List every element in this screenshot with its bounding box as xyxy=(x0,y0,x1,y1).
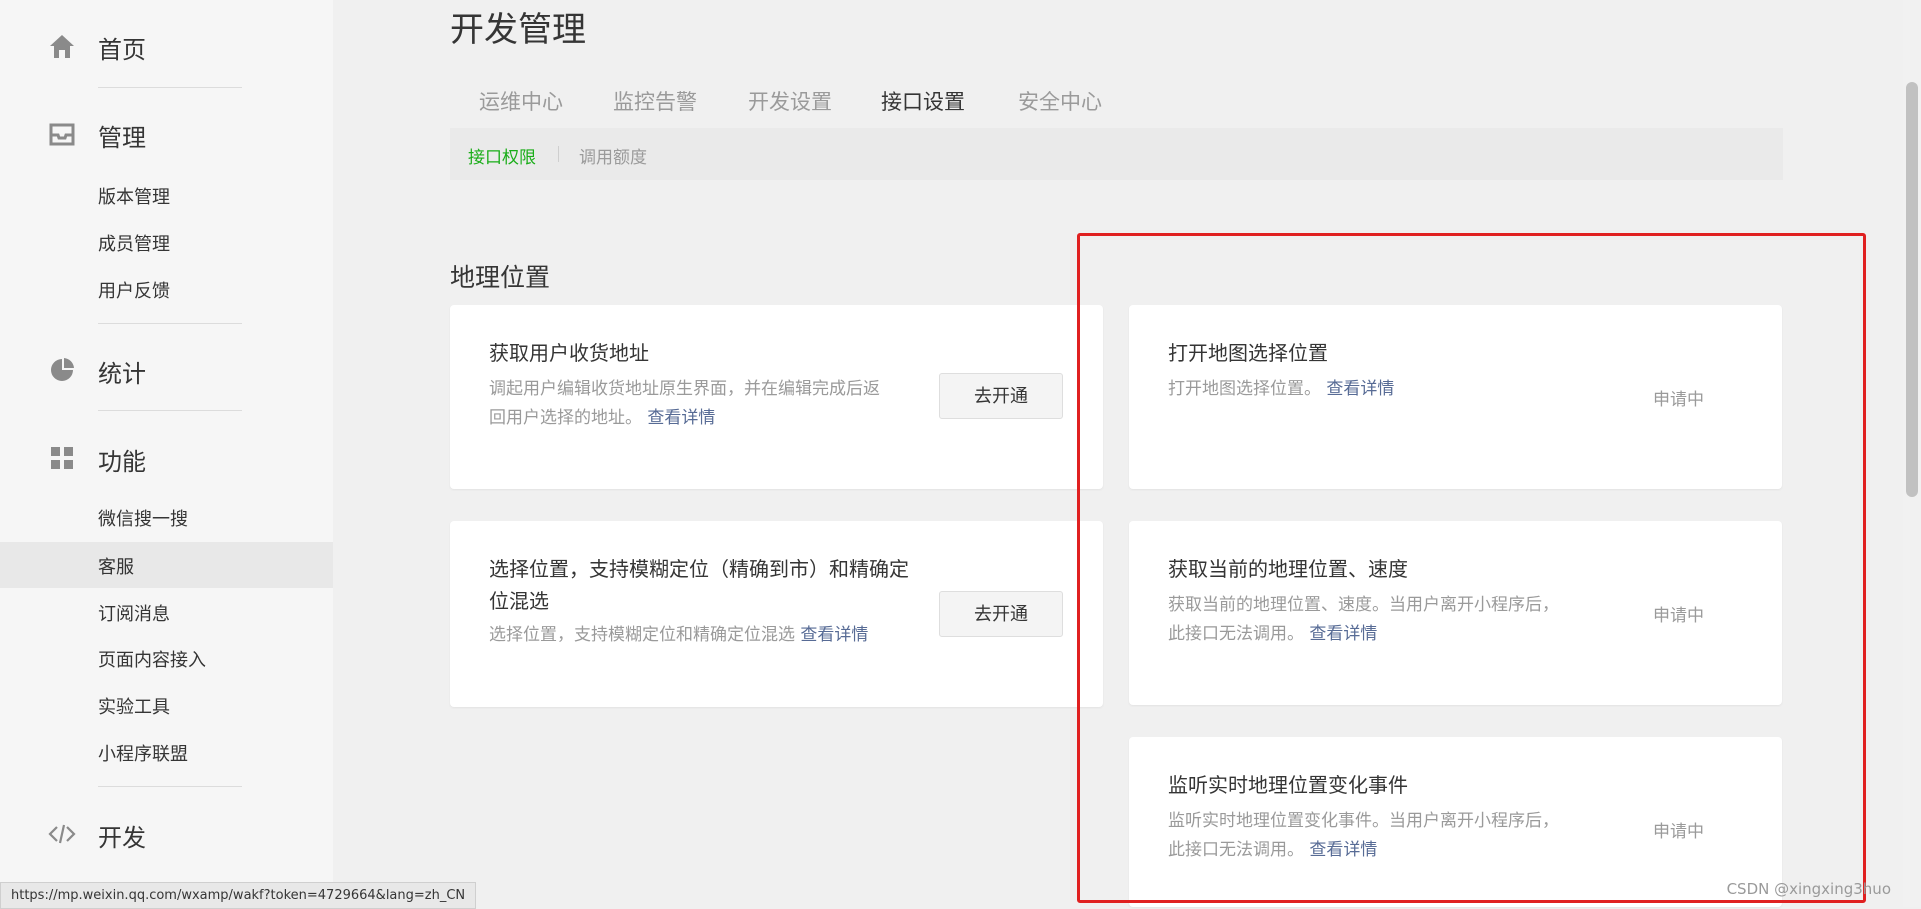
nav-home-label: 首页 xyxy=(98,36,146,64)
api-card: 获取当前的地理位置、速度 获取当前的地理位置、速度。当用户离开小程序后，此接口无… xyxy=(1129,521,1782,705)
sidebar: 首页 管理 版本管理 成员管理 用户反馈 统计 功能 微信搜一搜 客服 订阅消息… xyxy=(0,0,334,907)
tab-dev-settings[interactable]: 开发设置 xyxy=(745,86,835,130)
api-card-desc: 调起用户编辑收货地址原生界面，并在编辑完成后返回用户选择的地址。 查看详情 xyxy=(489,375,889,433)
tab-api-settings[interactable]: 接口设置 xyxy=(856,86,990,132)
subtab-permissions[interactable]: 接口权限 xyxy=(468,143,536,168)
api-card-desc: 选择位置，支持模糊定位和精确定位混选 查看详情 xyxy=(489,621,889,650)
page-title: 开发管理 xyxy=(450,10,586,50)
scrollbar[interactable] xyxy=(1903,0,1921,907)
nav-manage-label: 管理 xyxy=(98,124,146,152)
details-link[interactable]: 查看详情 xyxy=(1309,624,1377,644)
details-link[interactable]: 查看详情 xyxy=(647,408,715,428)
subtab-separator xyxy=(558,146,559,162)
divider xyxy=(98,87,242,88)
scrollbar-thumb[interactable] xyxy=(1906,82,1918,497)
nav-home[interactable]: 首页 xyxy=(0,20,333,70)
sidebar-item-label: 实验工具 xyxy=(98,697,170,718)
api-card-title: 打开地图选择位置 xyxy=(1168,341,1328,365)
nav-stats-label: 统计 xyxy=(98,360,146,388)
section-title: 地理位置 xyxy=(450,263,551,292)
api-card-title: 选择位置，支持模糊定位（精确到市）和精确定位混选 xyxy=(489,557,909,613)
api-card: 获取用户收货地址 调起用户编辑收货地址原生界面，并在编辑完成后返回用户选择的地址… xyxy=(450,305,1103,489)
activate-button[interactable]: 去开通 xyxy=(939,591,1063,637)
sidebar-item-members[interactable]: 成员管理 xyxy=(0,219,333,265)
api-card-title: 获取当前的地理位置、速度 xyxy=(1168,557,1408,581)
sidebar-item-alliance[interactable]: 小程序联盟 xyxy=(0,729,333,775)
api-card-title: 获取用户收货地址 xyxy=(489,341,649,365)
subtab-bar: 接口权限 调用额度 xyxy=(450,128,1783,180)
sidebar-item-feedback[interactable]: 用户反馈 xyxy=(0,266,333,312)
sidebar-item-label: 页面内容接入 xyxy=(98,650,206,671)
nav-features[interactable]: 功能 xyxy=(0,432,333,482)
code-icon xyxy=(48,824,76,844)
tab-security[interactable]: 安全中心 xyxy=(1015,86,1105,130)
divider xyxy=(98,410,242,411)
sidebar-item-service[interactable]: 客服 xyxy=(0,542,333,588)
sidebar-item-content[interactable]: 页面内容接入 xyxy=(0,635,333,681)
tab-ops[interactable]: 运维中心 xyxy=(476,86,566,130)
nav-dev-label: 开发 xyxy=(98,824,146,852)
api-card-desc: 打开地图选择位置。 查看详情 xyxy=(1168,375,1568,404)
api-card-desc: 获取当前的地理位置、速度。当用户离开小程序后，此接口无法调用。 查看详情 xyxy=(1168,591,1568,649)
status-badge: 申请中 xyxy=(1653,822,1704,842)
api-card: 监听实时地理位置变化事件 监听实时地理位置变化事件。当用户离开小程序后，此接口无… xyxy=(1129,737,1782,907)
status-badge: 申请中 xyxy=(1653,606,1704,626)
sidebar-item-label: 微信搜一搜 xyxy=(98,509,188,530)
status-url: https://mp.weixin.qq.com/wxamp/wakf?toke… xyxy=(0,882,477,909)
tab-monitor[interactable]: 监控告警 xyxy=(610,86,700,130)
details-link[interactable]: 查看详情 xyxy=(800,625,868,645)
divider xyxy=(98,323,242,324)
details-link[interactable]: 查看详情 xyxy=(1326,379,1394,399)
api-card: 选择位置，支持模糊定位（精确到市）和精确定位混选 选择位置，支持模糊定位和精确定… xyxy=(450,521,1103,707)
sidebar-item-label: 客服 xyxy=(98,557,134,578)
api-card-title: 监听实时地理位置变化事件 xyxy=(1168,773,1408,797)
nav-stats[interactable]: 统计 xyxy=(0,344,333,394)
tab-bar: 运维中心 监控告警 开发设置 接口设置 安全中心 xyxy=(450,78,1783,132)
api-card-desc-text: 打开地图选择位置。 xyxy=(1168,379,1321,399)
pie-chart-icon xyxy=(51,358,74,381)
sidebar-item-version[interactable]: 版本管理 xyxy=(0,172,333,218)
nav-features-label: 功能 xyxy=(98,448,146,476)
api-card: 打开地图选择位置 打开地图选择位置。 查看详情 申请中 xyxy=(1129,305,1782,489)
details-link[interactable]: 查看详情 xyxy=(1309,840,1377,860)
sidebar-item-label: 版本管理 xyxy=(98,187,170,208)
activate-button[interactable]: 去开通 xyxy=(939,373,1063,419)
nav-dev[interactable]: 开发 xyxy=(0,808,333,858)
nav-manage[interactable]: 管理 xyxy=(0,108,333,158)
sidebar-item-label: 订阅消息 xyxy=(98,604,170,625)
api-card-desc: 监听实时地理位置变化事件。当用户离开小程序后，此接口无法调用。 查看详情 xyxy=(1168,807,1568,865)
divider xyxy=(98,786,242,787)
subtab-quota[interactable]: 调用额度 xyxy=(579,143,647,168)
main-content: 开发管理 运维中心 监控告警 开发设置 接口设置 安全中心 接口权限 调用额度 … xyxy=(333,0,1903,907)
sidebar-item-lab[interactable]: 实验工具 xyxy=(0,682,333,728)
home-icon xyxy=(50,35,74,58)
sidebar-item-label: 小程序联盟 xyxy=(98,744,188,765)
sidebar-item-subscribe[interactable]: 订阅消息 xyxy=(0,589,333,635)
api-card-desc-text: 选择位置，支持模糊定位和精确定位混选 xyxy=(489,625,795,645)
sidebar-item-label: 成员管理 xyxy=(98,234,170,255)
sidebar-item-label: 用户反馈 xyxy=(98,281,170,302)
inbox-icon xyxy=(49,123,75,146)
watermark: CSDN @xingxing3huo xyxy=(1726,880,1891,898)
status-badge: 申请中 xyxy=(1653,390,1704,410)
grid-icon xyxy=(51,447,73,469)
sidebar-item-search[interactable]: 微信搜一搜 xyxy=(0,494,333,540)
